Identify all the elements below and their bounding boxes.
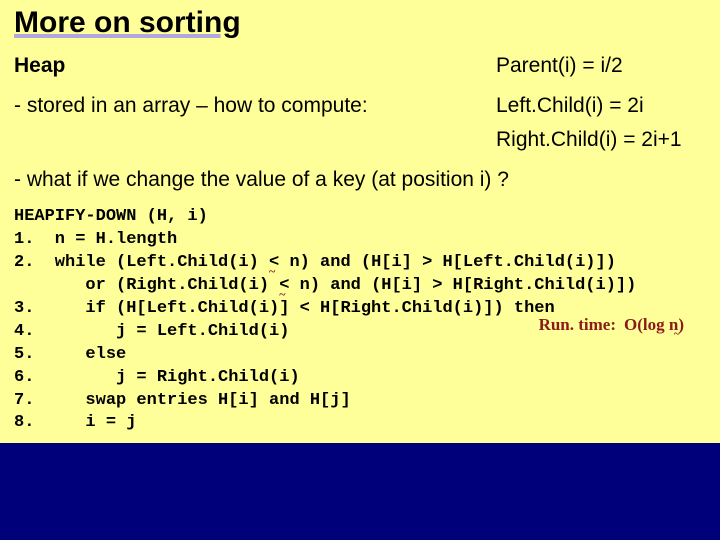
heap-row: Heap Parent(i) = i/2 [14, 54, 706, 78]
code-block: HEAPIFY-DOWN (H, i) 1. n = H.length 2. w… [14, 206, 706, 435]
code-line-9: 8. i = j [14, 413, 136, 432]
rightchild-row: Right.Child(i) = 2i+1 [14, 128, 706, 152]
code-line-7: 6. j = Right.Child(i) [14, 368, 300, 387]
code-line-2a: 2. while (Left.Child(i) [14, 253, 269, 272]
whatif-line: - what if we change the value of a key (… [14, 168, 706, 192]
leq-annot-1: <~ [269, 252, 279, 275]
code-line-5: 4. j = Left.Child(i) [14, 322, 289, 341]
code-line-1: 1. n = H.length [14, 230, 177, 249]
runtime-label: Run. time: [539, 315, 616, 334]
code-line-3b: n) and (H[i] > H[Right.Child(i)]) [289, 276, 636, 295]
runtime-annotation: Run. time: O(log n) [539, 314, 684, 337]
code-line-2b: n) and (H[i] > H[Left.Child(i)]) [279, 253, 616, 272]
code-line-8: 7. swap entries H[i] and H[j] [14, 391, 351, 410]
leftchild-formula: Left.Child(i) = 2i [496, 94, 706, 118]
parent-formula: Parent(i) = i/2 [496, 54, 706, 78]
rightchild-formula: Right.Child(i) = 2i+1 [496, 128, 706, 152]
runtime-value: O(log n) [624, 315, 684, 334]
stored-line: - stored in an array – how to compute: [14, 94, 368, 118]
code-line-0: HEAPIFY-DOWN (H, i) [14, 207, 208, 226]
stored-row: - stored in an array – how to compute: L… [14, 94, 706, 118]
code-line-3a: or (Right.Child(i) [14, 276, 279, 295]
leq-annot-2: <~ [279, 275, 289, 298]
slide-title: More on sorting [14, 6, 706, 40]
slide-content: More on sorting Heap Parent(i) = i/2 - s… [0, 0, 720, 443]
heap-label: Heap [14, 54, 65, 78]
code-line-6: 5. else [14, 345, 126, 364]
